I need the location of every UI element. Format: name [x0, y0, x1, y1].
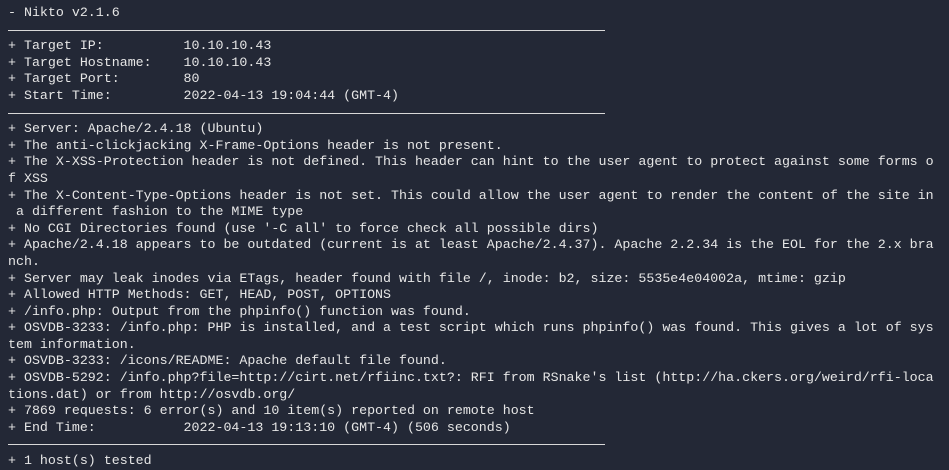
terminal-line: + Apache/2.4.18 appears to be outdated (…: [8, 237, 934, 253]
terminal-line: + Target Hostname: 10.10.10.43: [8, 54, 272, 70]
terminal-line: + The X-XSS-Protection header is not def…: [8, 154, 934, 170]
terminal-line: + OSVDB-5292: /info.php?file=http://cirt…: [8, 370, 934, 386]
terminal-line: + Server: Apache/2.4.18 (Ubuntu): [8, 121, 264, 137]
terminal-line: + Target Port: 80: [8, 71, 200, 87]
terminal-line: + The anti-clickjacking X-Frame-Options …: [8, 137, 503, 153]
terminal-output: - Nikto v2.1.6 + Target IP: 10.10.10.43 + …: [0, 0, 949, 470]
terminal-line: tem information.: [8, 336, 136, 352]
terminal-line: + OSVDB-3233: /icons/README: Apache defa…: [8, 353, 447, 369]
terminal-line: + 7869 requests: 6 error(s) and 10 item(…: [8, 403, 535, 419]
terminal-line: + Allowed HTTP Methods: GET, HEAD, POST,…: [8, 287, 392, 303]
terminal-line: + 1 host(s) tested: [8, 453, 152, 469]
terminal-line: + No CGI Directories found (use '-C all'…: [8, 220, 599, 236]
separator-line: [8, 436, 949, 453]
terminal-line: + Target IP: 10.10.10.43: [8, 38, 272, 54]
terminal-line: - Nikto v2.1.6: [8, 5, 120, 20]
separator-line: [8, 105, 949, 122]
terminal-line: + Start Time: 2022-04-13 19:04:44 (GMT-4…: [8, 87, 399, 103]
terminal-line: a different fashion to the MIME type: [8, 204, 304, 220]
separator-line: [8, 22, 949, 39]
terminal-line: tions.dat) or from http://osvdb.org/: [8, 386, 296, 402]
terminal-line: + End Time: 2022-04-13 19:13:10 (GMT-4) …: [8, 419, 511, 435]
terminal-line: + Server may leak inodes via ETags, head…: [8, 270, 846, 286]
terminal-line: + The X-Content-Type-Options header is n…: [8, 187, 934, 203]
terminal-line: nch.: [8, 253, 40, 269]
terminal-line: f XSS: [8, 170, 48, 186]
terminal-line: + OSVDB-3233: /info.php: PHP is installe…: [8, 320, 934, 336]
terminal-line: + /info.php: Output from the phpinfo() f…: [8, 303, 471, 319]
